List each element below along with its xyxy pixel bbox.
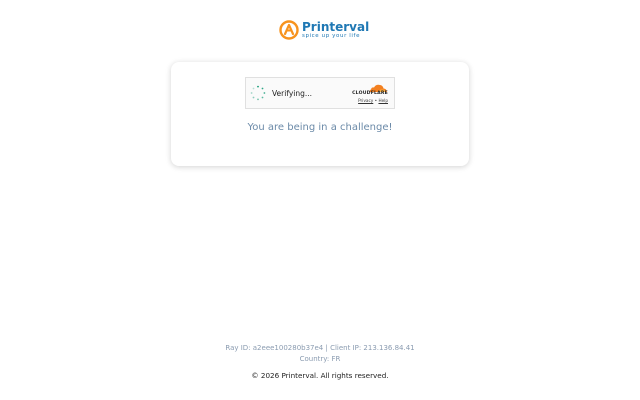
- link-separator: •: [374, 97, 378, 103]
- cloudflare-links: Privacy • Help: [358, 97, 388, 103]
- help-link[interactable]: Help: [378, 98, 388, 103]
- cloudflare-wordmark: CLOUDFLARE: [352, 91, 388, 97]
- challenge-card: Verifying... CLOUDFLARE Privacy • Help Y…: [171, 62, 469, 166]
- logo-name: Printerval: [302, 19, 370, 34]
- logo-text: Printerval spice up your life: [302, 21, 369, 40]
- cloudflare-brand: CLOUDFLARE Privacy • Help: [352, 83, 388, 103]
- privacy-link[interactable]: Privacy: [358, 98, 373, 103]
- challenge-page: Printerval spice up your life Verifying.…: [0, 0, 640, 400]
- turnstile-status: Verifying...: [250, 85, 312, 101]
- country-line: Country: FR: [299, 355, 341, 363]
- printerval-logo-icon: [279, 20, 299, 40]
- logo-tagline: spice up your life: [302, 32, 361, 39]
- spinner-icon: [250, 85, 266, 101]
- site-logo[interactable]: Printerval spice up your life: [279, 18, 369, 42]
- copyright-text: © 2026 Printerval. All rights reserved.: [251, 371, 389, 380]
- verifying-text: Verifying...: [272, 88, 313, 98]
- turnstile-widget[interactable]: Verifying... CLOUDFLARE Privacy • Help: [245, 77, 395, 109]
- challenge-message: You are being in a challenge!: [247, 122, 393, 133]
- ray-id-line: Ray ID: a2eee100280b37e4 | Client IP: 21…: [225, 344, 415, 352]
